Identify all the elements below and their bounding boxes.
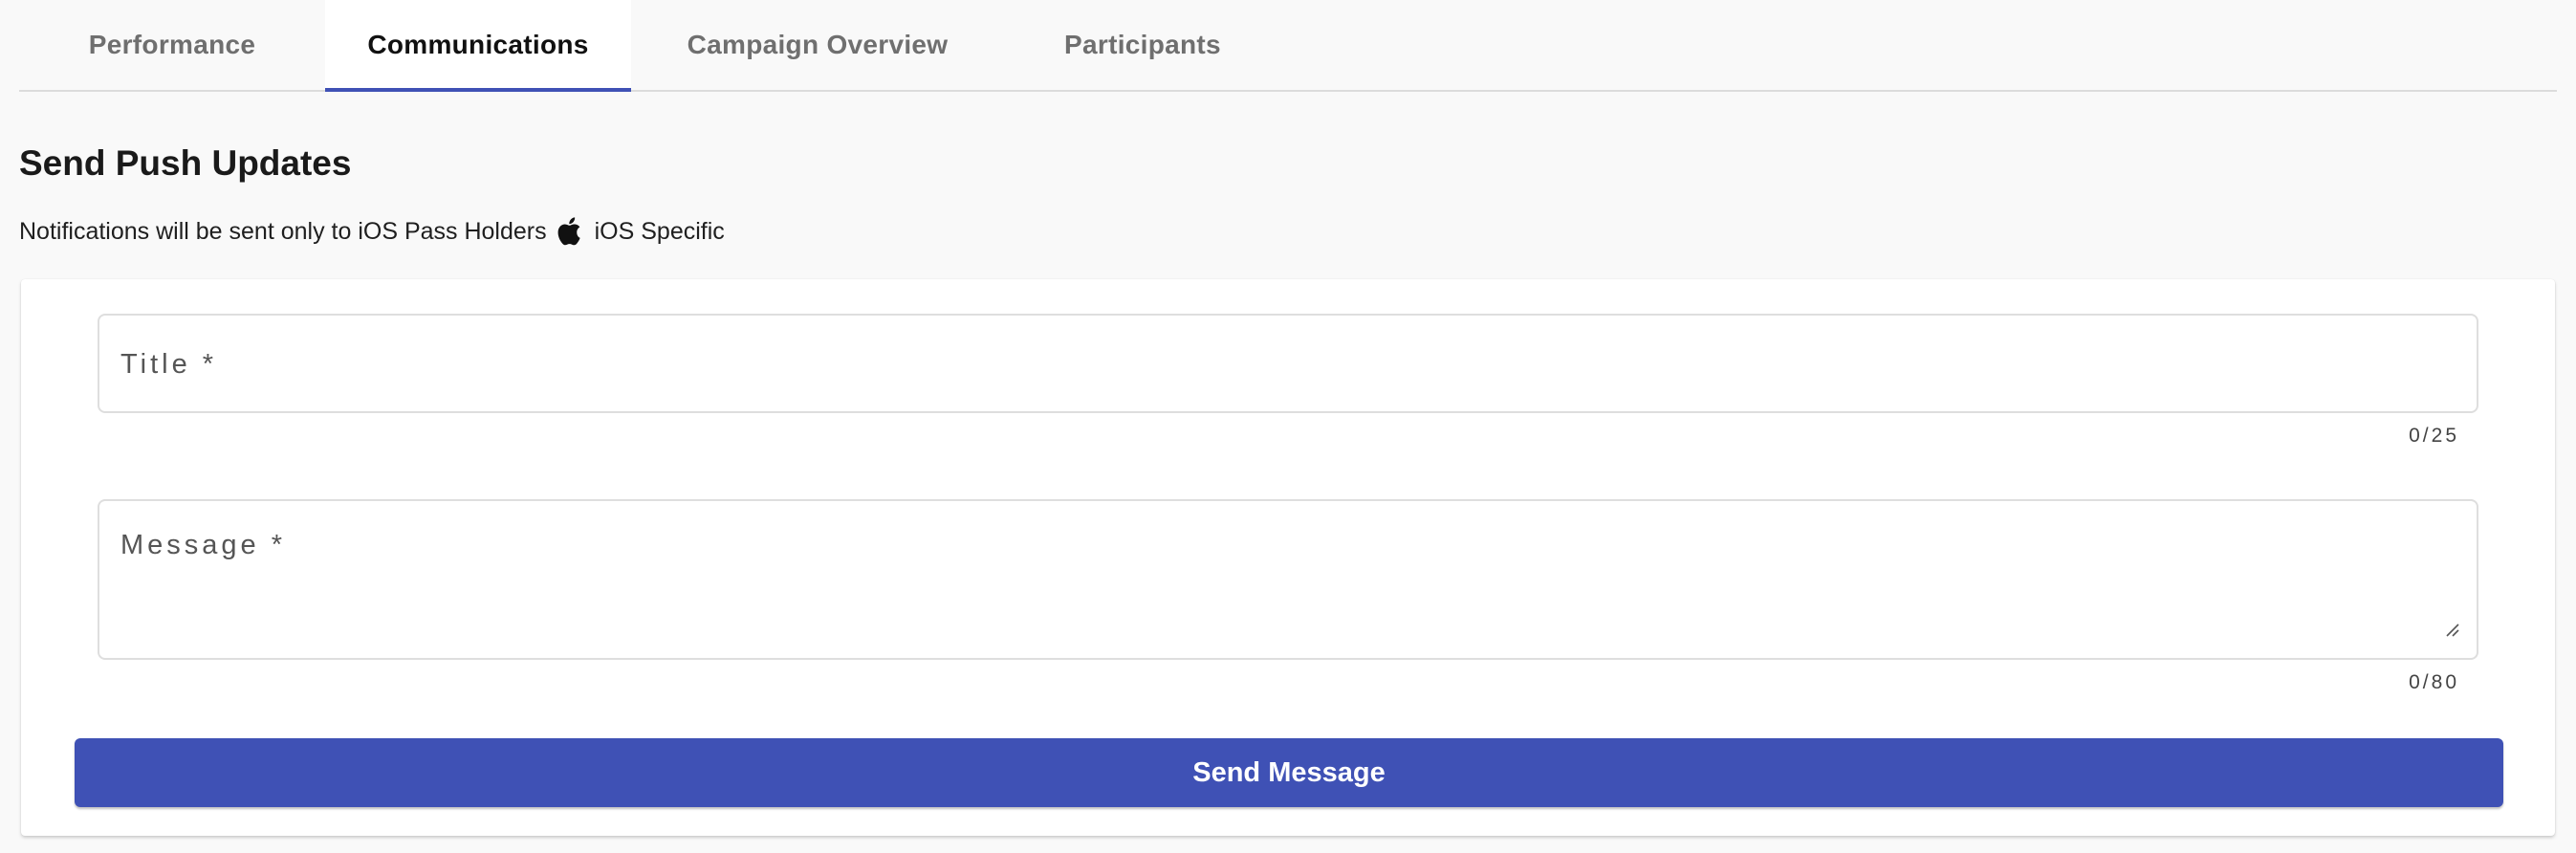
tab-performance[interactable]: Performance xyxy=(19,0,325,90)
message-char-counter: 0/80 xyxy=(2409,671,2459,693)
notice-text: Notifications will be sent only to iOS P… xyxy=(19,217,547,245)
push-form-card: 0/25 0/80 Send Message xyxy=(21,279,2555,836)
ios-notice: Notifications will be sent only to iOS P… xyxy=(19,214,725,249)
resize-handle-icon[interactable] xyxy=(2444,622,2459,637)
title-field[interactable] xyxy=(98,314,2478,413)
ios-specific-label: iOS Specific xyxy=(594,217,725,245)
tab-participants[interactable]: Participants xyxy=(1004,0,1281,90)
send-message-button[interactable]: Send Message xyxy=(75,738,2503,807)
tab-campaign-overview[interactable]: Campaign Overview xyxy=(631,0,1004,90)
message-field[interactable] xyxy=(98,499,2478,660)
title-char-counter: 0/25 xyxy=(2409,425,2459,447)
message-input[interactable] xyxy=(119,528,2457,645)
apple-icon xyxy=(555,214,587,249)
tab-bar: Performance Communications Campaign Over… xyxy=(19,0,2557,92)
page-title: Send Push Updates xyxy=(19,143,352,183)
tab-communications[interactable]: Communications xyxy=(325,0,631,92)
title-input[interactable] xyxy=(119,316,2457,413)
